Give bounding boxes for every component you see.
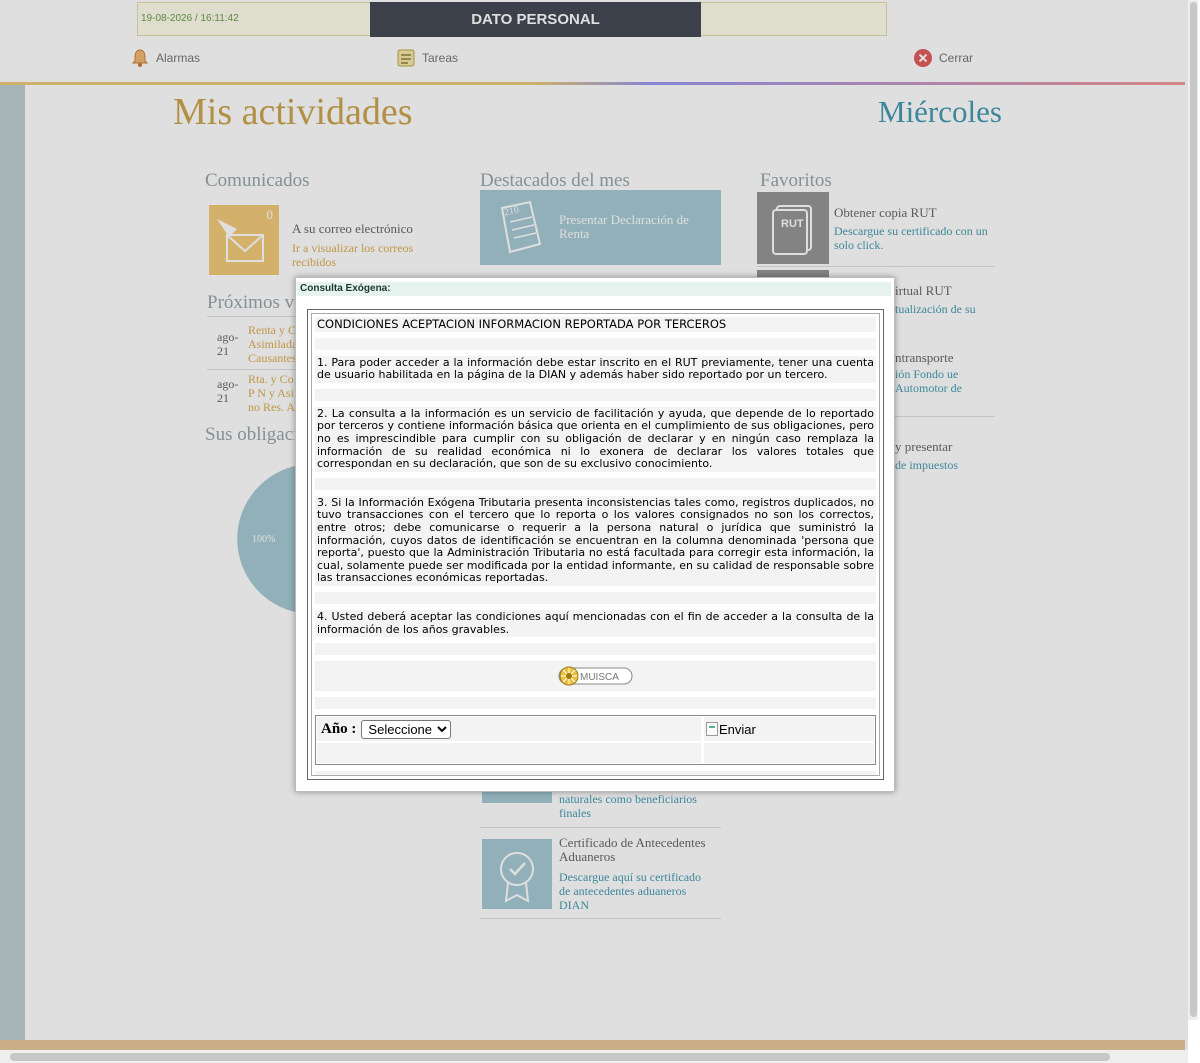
vertical-scrollbar[interactable] [1188, 0, 1198, 1020]
consulta-exogena-dialog: Consulta Exógena: CONDICIONES ACEPTACION… [295, 277, 895, 792]
submit-cell: Enviar [704, 717, 874, 742]
form-empty-cell [317, 743, 701, 764]
year-form: Año : Seleccione Enviar [315, 715, 876, 766]
spacer-row [315, 591, 876, 604]
spacer-row [315, 697, 876, 710]
muisca-logo: MUISCA [558, 666, 632, 686]
spacer-row [315, 643, 876, 656]
year-select[interactable]: Seleccione [361, 719, 452, 739]
condition-4: 4. Usted deberá aceptar las condiciones … [315, 609, 876, 638]
dialog-content-inner: CONDICIONES ACEPTACION INFORMACION REPOR… [311, 313, 880, 776]
spacer-row [315, 337, 876, 350]
broken-image-icon [706, 722, 718, 737]
conditions-heading: CONDICIONES ACEPTACION INFORMACION REPOR… [315, 317, 876, 332]
form-empty-cell [704, 743, 874, 764]
year-field-cell: Año : Seleccione [317, 717, 701, 742]
vertical-scroll-thumb[interactable] [1190, 2, 1197, 1017]
muisca-logo-row: MUISCA [315, 661, 876, 692]
enviar-button[interactable]: Enviar [706, 722, 756, 737]
spacer-row [315, 477, 876, 490]
muisca-logo-text: MUISCA [580, 672, 619, 683]
condition-1: 1. Para poder acceder a la información d… [315, 355, 876, 383]
spacer-row [315, 388, 876, 401]
dialog-content: CONDICIONES ACEPTACION INFORMACION REPOR… [307, 309, 884, 780]
year-label: Año : [321, 720, 357, 737]
dialog-title: Consulta Exógena: [297, 282, 891, 296]
enviar-button-label: Enviar [719, 721, 756, 737]
condition-3: 3. Si la Información Exógena Tributaria … [315, 495, 876, 586]
horizontal-scrollbar[interactable] [0, 1050, 1188, 1063]
spacer-row [315, 771, 876, 775]
horizontal-scroll-thumb[interactable] [10, 1053, 1110, 1061]
condition-2: 2. La consulta a la información es un se… [315, 406, 876, 472]
